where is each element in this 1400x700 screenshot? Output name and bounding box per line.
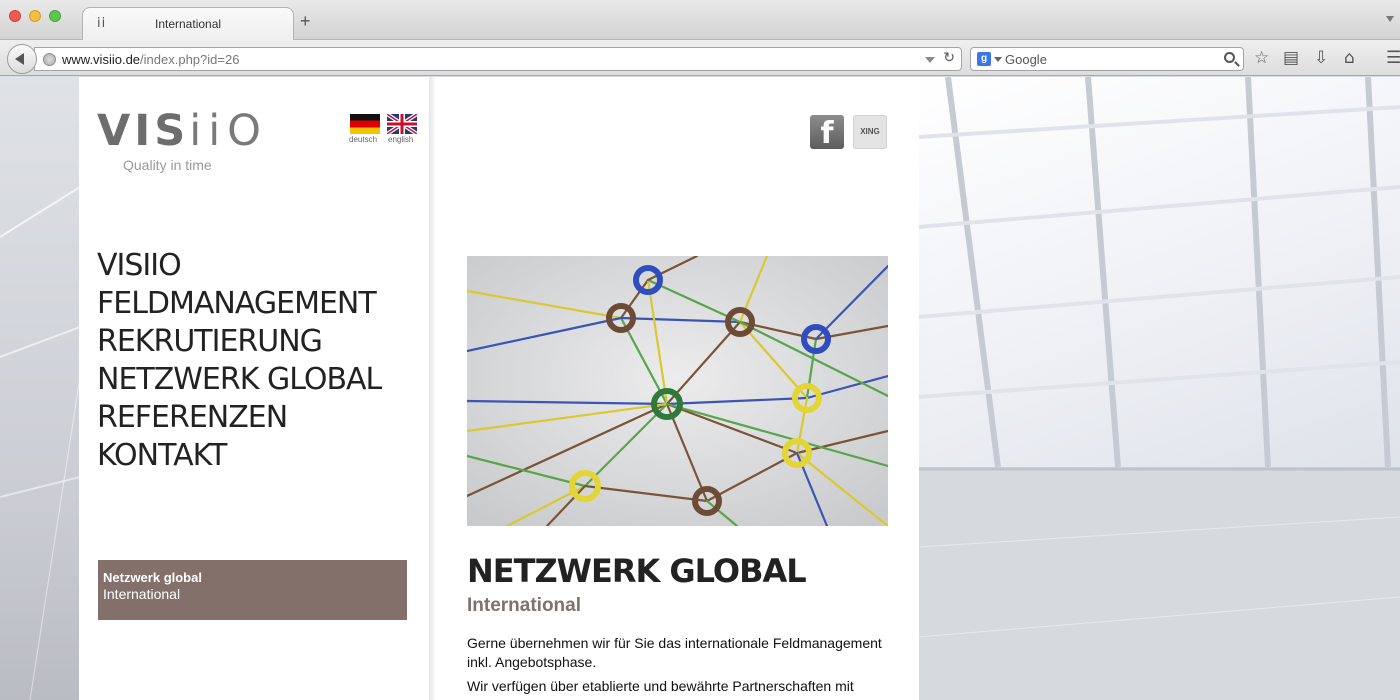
background-lines-left [0,186,80,700]
logo-bold-part: VIS [97,106,190,156]
address-bar[interactable]: www.visiio.de/index.php?id=26 ↻ [34,47,962,71]
globe-icon[interactable] [43,53,56,66]
site-logo[interactable]: VISiiO Quality in time [97,109,268,173]
google-icon[interactable]: g [977,52,991,66]
main-content: f XING NETZWERK GLOBAL International Ger… [435,77,919,700]
new-tab-button[interactable]: + [300,12,311,30]
network-strings-illustration [467,256,888,526]
uk-flag-icon[interactable] [387,114,417,134]
subnav-title[interactable]: Netzwerk global [103,569,402,586]
site-sidebar: VISiiO Quality in time deutsch english V… [79,77,429,700]
nav-item-visiio[interactable]: VISIIO [97,247,381,285]
hero-image-network [467,256,888,526]
window-minimize-button[interactable] [29,10,41,22]
german-flag-icon[interactable] [350,114,380,134]
url-history-dropdown-icon[interactable] [925,57,935,63]
window-maximize-button[interactable] [49,10,61,22]
nav-item-netzwerk-global[interactable]: NETZWERK GLOBAL [97,361,382,399]
content-paragraph: Gerne übernehmen wir für Sie das interna… [467,635,882,670]
fullscreen-icon[interactable] [1386,16,1394,22]
nav-item-feldmanagement[interactable]: FELDMANAGEMENT [97,285,381,323]
nav-item-kontakt[interactable]: KONTAKT [97,437,381,475]
sub-navigation: Netzwerk global International [98,560,407,620]
browser-tab-active[interactable]: ii International [82,7,294,41]
search-bar[interactable]: g Google [970,47,1244,71]
chevron-down-icon[interactable] [994,57,1002,62]
logo-tagline: Quality in time [123,157,212,173]
language-de-label[interactable]: deutsch [349,135,377,144]
background-architecture-left [0,77,80,700]
content-paragraph: Wir verfügen über etablierte und bewährt… [467,678,854,694]
reload-icon[interactable]: ↻ [943,50,955,66]
page-subtitle: International [467,595,582,616]
nav-item-referenzen[interactable]: REFERENZEN [97,399,381,437]
home-icon[interactable]: ⌂ [1344,49,1355,67]
language-en-label[interactable]: english [388,135,413,144]
download-icon[interactable]: ⇩ [1314,49,1328,67]
star-icon[interactable]: ☆ [1254,49,1269,67]
logo-thin-part: iiO [189,106,268,156]
tab-title: International [155,17,222,31]
nav-item-rekrutierung[interactable]: REKRUTIERUNG [97,323,381,361]
logo-wordmark: VISiiO [97,109,268,153]
uk-flag-graphic [387,114,417,134]
url-host: www.visiio.de [62,52,141,67]
background-glass-roof [918,77,1400,700]
search-input[interactable]: Google [1005,52,1047,67]
url-path: /index.php?id=26 [140,52,240,67]
reading-list-icon[interactable]: ▤ [1283,49,1299,67]
site-favicon-icon: ii [97,16,107,31]
search-icon[interactable] [1224,52,1235,63]
main-navigation: VISIIO FELDMANAGEMENT REKRUTIERUNG NETZW… [97,247,382,475]
background-architecture-right [918,77,1400,700]
browser-navbar: www.visiio.de/index.php?id=26 ↻ g Google… [0,40,1400,76]
back-button[interactable] [7,44,37,74]
menu-icon[interactable]: ☰ [1386,49,1400,67]
facebook-icon[interactable]: f [810,115,844,149]
url-text[interactable]: www.visiio.de/index.php?id=26 [62,52,239,67]
browser-titlebar: ii International + [0,0,1400,41]
window-close-button[interactable] [9,10,21,22]
subnav-item-international[interactable]: International [103,586,402,603]
page-title: NETZWERK GLOBAL [467,552,807,590]
xing-icon[interactable]: XING [853,115,887,149]
